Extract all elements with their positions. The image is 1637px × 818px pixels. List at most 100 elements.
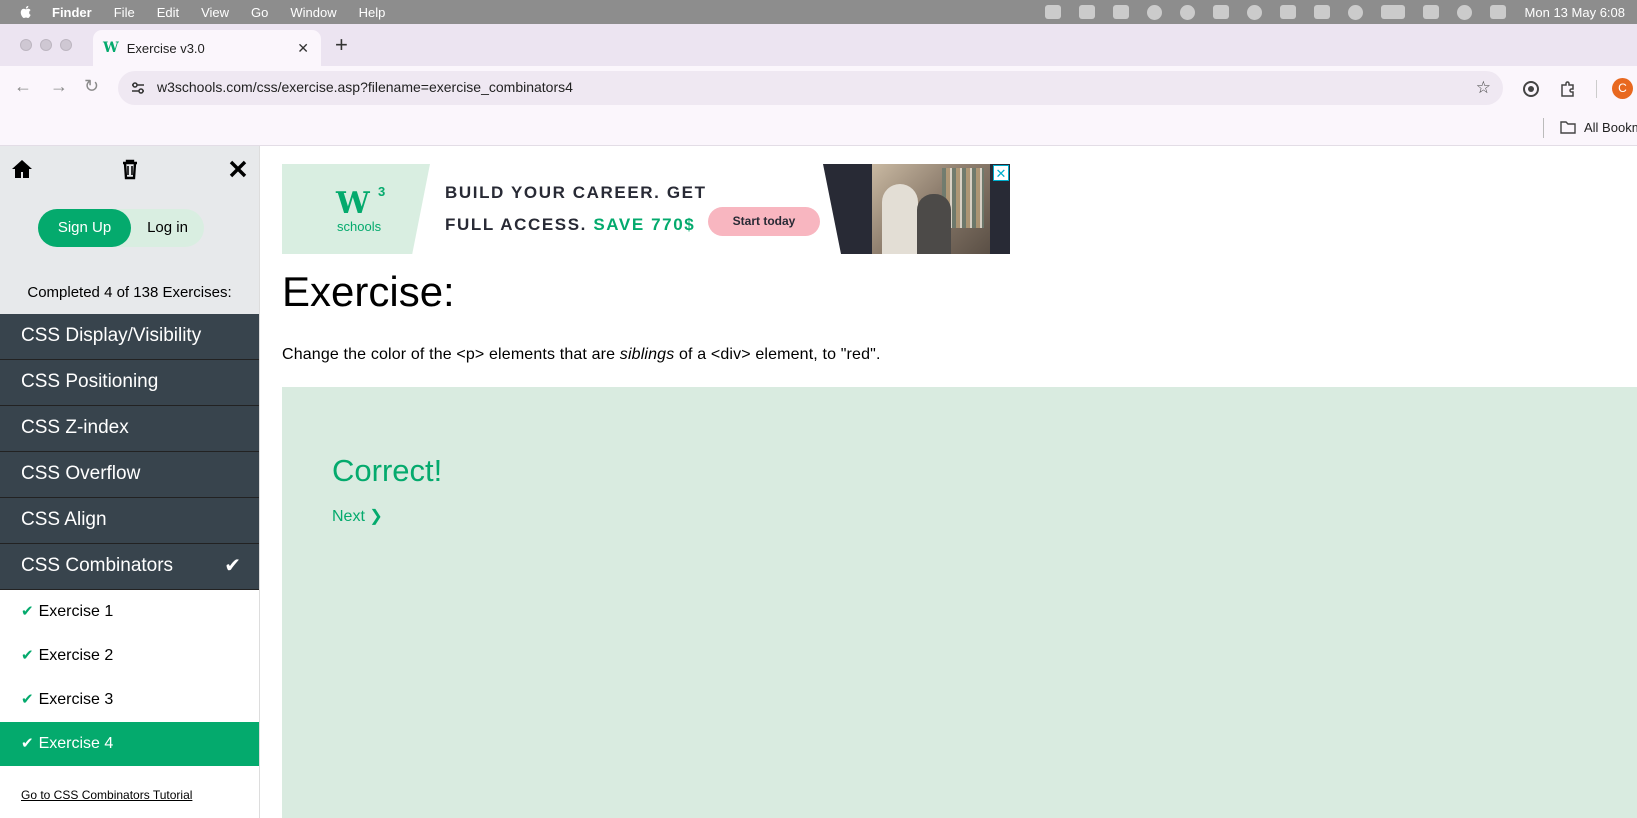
exercise-description: Change the color of the <p> elements tha… [282,346,881,364]
ad-headline-prefix: FULL ACCESS. [445,215,587,234]
exercise-title: Exercise: [282,268,455,315]
exercise-label: Exercise 4 [38,735,114,752]
new-tab-icon[interactable]: + [335,32,348,58]
bookmark-star-icon[interactable]: ☆ [1476,78,1491,98]
tab-close-icon[interactable]: ✕ [297,40,309,57]
category-label: CSS Align [21,509,107,530]
menu-window[interactable]: Window [290,5,336,20]
battery-icon[interactable] [1380,5,1405,19]
description-text: of a <div> element, to "red". [674,346,881,363]
play-icon[interactable] [1146,4,1162,20]
browser-toolbar: ← → ↻ w3schools.com/css/exercise.asp?fil… [0,66,1637,112]
sign-up-button[interactable]: Sign Up [38,209,131,247]
tutorial-link[interactable]: Go to CSS Combinators Tutorial [21,788,192,802]
menu-go[interactable]: Go [251,5,268,20]
ad-headline-line1: BUILD YOUR CAREER. GET [445,183,707,202]
checkmark-icon: ✔ [21,603,34,620]
category-css-overflow[interactable]: CSS Overflow [0,452,259,498]
extension-icon[interactable] [1522,80,1540,98]
ad-photo-person [882,184,918,254]
exercise-label: Exercise 2 [38,647,114,664]
apple-icon[interactable] [18,4,34,20]
bookmarks-bar: All Bookmarks [0,112,1637,146]
ad-photo-person [917,194,951,254]
exercise-label: Exercise 1 [38,603,114,620]
w3schools-favicon-icon: W [103,40,119,56]
correct-message: Correct! [332,453,443,488]
exercise-item-4[interactable]: ✔ Exercise 4 [0,722,259,766]
help-icon[interactable] [1246,4,1262,20]
home-icon[interactable] [11,158,33,180]
w3schools-logo-superscript: 3 [378,184,386,199]
description-text: Change the color of the <p> elements tha… [282,346,620,363]
exercise-item-2[interactable]: ✔ Exercise 2 [0,634,259,678]
menu-view[interactable]: View [201,5,229,20]
close-icon[interactable] [227,158,249,180]
ad-start-today-button[interactable]: Start today [708,207,820,236]
exercise-item-1[interactable]: ✔ Exercise 1 [0,590,259,634]
ad-headline-line2: FULL ACCESS. SAVE 770$ [445,215,695,235]
heart-icon[interactable] [1279,5,1296,19]
category-css-align[interactable]: CSS Align [0,498,259,544]
url-text[interactable]: w3schools.com/css/exercise.asp?filename=… [157,79,573,95]
trash-icon[interactable] [119,158,141,180]
window-close-button[interactable] [20,39,32,51]
reload-icon[interactable]: ↻ [84,76,99,97]
ad-close-icon[interactable]: ✕ [993,165,1009,181]
macos-menubar: Finder File Edit View Go Window Help Mon… [0,0,1637,24]
back-icon[interactable]: ← [14,76,32,97]
w3schools-logo-text: schools [337,219,382,234]
wifi-icon[interactable] [1422,5,1439,19]
profile-avatar[interactable]: C [1612,78,1633,99]
exercise-item-3[interactable]: ✔ Exercise 3 [0,678,259,722]
window-minimize-button[interactable] [40,39,52,51]
menu-help[interactable]: Help [359,5,386,20]
category-css-z-index[interactable]: CSS Z-index [0,406,259,452]
sidebar-toolbar [0,146,259,192]
result-panel: Correct! Next ❯ [282,387,1637,818]
control-center-icon[interactable] [1489,5,1506,19]
status-icon[interactable] [1078,5,1095,19]
w3schools-logo: W [336,186,370,221]
category-css-combinators[interactable]: CSS Combinators ✔ [0,544,259,590]
status-icon[interactable] [1179,4,1195,20]
checkmark-icon: ✔ [21,735,34,752]
next-link[interactable]: Next ❯ [332,506,383,526]
address-bar[interactable]: w3schools.com/css/exercise.asp?filename=… [118,71,1503,105]
browser-tab[interactable]: W Exercise v3.0 ✕ [93,30,321,66]
all-bookmarks-link[interactable]: All Bookmarks [1584,120,1637,135]
category-label: CSS Combinators [21,555,174,576]
extensions-puzzle-icon[interactable] [1559,80,1577,98]
exercise-label: Exercise 3 [38,691,114,708]
status-icons: Mon 13 May 6:08 [1036,0,1637,24]
window-zoom-button[interactable] [60,39,72,51]
toolbar-divider [1596,80,1597,98]
cloud-icon[interactable] [1112,5,1129,19]
site-settings-icon[interactable] [130,80,146,96]
status-icon[interactable] [1212,5,1229,19]
category-css-positioning[interactable]: CSS Positioning [0,360,259,406]
ad-banner[interactable]: W 3 schools BUILD YOUR CAREER. GET FULL … [282,164,1010,254]
key-icon[interactable] [1313,5,1330,19]
checkmark-icon: ✔ [21,691,34,708]
tab-title: Exercise v3.0 [126,40,205,56]
menu-file[interactable]: File [114,5,135,20]
forward-icon[interactable]: → [50,76,68,97]
menu-edit[interactable]: Edit [157,5,179,20]
completed-count: Completed 4 of 138 Exercises: [0,274,259,314]
menubar-clock[interactable]: Mon 13 May 6:08 [1525,5,1625,20]
auth-panel: Sign Up Log in [0,192,259,274]
record-icon[interactable] [1347,4,1363,20]
description-emphasis: siblings [619,346,675,363]
folder-icon[interactable] [1560,121,1576,134]
category-label: CSS Overflow [21,463,141,484]
checkmark-icon: ✔ [224,555,241,577]
menu-finder[interactable]: Finder [52,5,92,20]
category-label: CSS Positioning [21,371,159,392]
log-in-button[interactable]: Log in [131,209,204,247]
category-css-display-visibility[interactable]: CSS Display/Visibility [0,314,259,360]
search-icon[interactable] [1456,4,1472,20]
status-icon[interactable] [1044,5,1061,19]
category-label: CSS Display/Visibility [21,325,202,346]
exercise-sidebar: Sign Up Log in Completed 4 of 138 Exerci… [0,146,260,818]
